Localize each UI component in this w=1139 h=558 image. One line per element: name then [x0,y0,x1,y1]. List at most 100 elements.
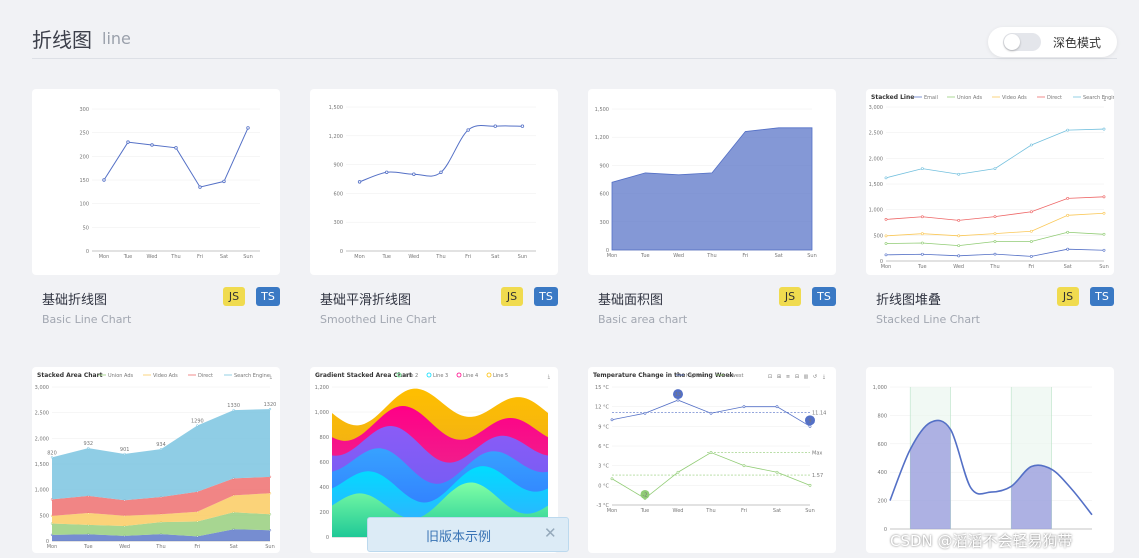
x-tick-label: Tue [381,254,391,260]
y-tick-label: 1,200 [595,135,609,141]
x-tick-label: Sun [265,544,275,550]
x-tick-label: Sun [805,508,815,514]
data-point [610,477,614,481]
legend-swatch [456,372,462,378]
dark-mode-toggle[interactable]: 深色模式 [988,27,1117,57]
data-point [1102,195,1106,199]
toolbox-icon: ⊟ [795,374,799,380]
legend-label: Line 2 [403,373,418,379]
chart-card-stacked-area[interactable]: Stacked Area Chart Union Ads Video Ads Dire… [32,367,280,553]
chart-card-basic-line[interactable]: 0 50 100 150 200 250 300 Mon Tue Wed Thu Fri Sat Sun [32,89,280,275]
y-tick-label: 300 [333,220,343,226]
card-title[interactable]: 基础平滑折线图 [320,289,411,308]
y-tick-label: 400 [319,485,329,491]
old-version-text[interactable]: 旧版本示例 [426,526,491,545]
x-tick-label: Fri [194,544,200,550]
js-badge[interactable]: JS [223,287,245,306]
y-tick-label: 200 [319,510,329,516]
x-tick-label: Fri [465,254,471,260]
data-point [1102,248,1106,252]
data-point [957,244,961,248]
data-point [920,252,924,256]
toolbox-icon: ≡ [786,374,790,380]
data-point [232,408,235,412]
x-tick-label: Mon [99,254,110,260]
legend-label: Video Ads [153,373,178,379]
y-tick-label: 3,000 [869,105,883,111]
y-tick-label: 0 [86,249,89,255]
ts-badge[interactable]: TS [812,287,836,306]
x-tick-label: Wed [673,508,684,514]
y-tick-label: 1,000 [35,488,49,494]
legend-label: Search Engine [234,373,270,379]
card-title[interactable]: 基础折线图 [42,289,107,308]
data-label: 1330 [227,403,240,409]
x-tick-label: Mon [607,508,618,514]
card-title[interactable]: 折线图堆叠 [876,289,941,308]
ts-badge[interactable]: TS [256,287,280,306]
y-tick-label: 400 [877,470,887,476]
data-point [222,179,226,184]
max-label: Max [812,451,822,457]
y-tick-label: 100 [79,202,89,208]
js-badge[interactable]: JS [779,287,801,306]
y-tick-label: 300 [599,220,609,226]
chart-card-stacked-line[interactable]: Stacked Line Email Union Ads Video Ads Direc… [866,89,1114,275]
ts-badge[interactable]: TS [1090,287,1114,306]
data-point [742,464,746,468]
old-version-banner[interactable]: 旧版本示例 ✕ [367,517,569,552]
ts-badge[interactable]: TS [534,287,558,306]
data-point [123,452,126,456]
close-icon[interactable]: ✕ [544,524,557,542]
x-tick-label: Sun [518,254,528,260]
page-header: 折线图 line 深色模式 [0,0,1139,60]
legend-label: Line 5 [493,373,508,379]
data-point [1066,196,1070,200]
legend-label: Direct [1047,95,1062,101]
js-badge[interactable]: JS [501,287,523,306]
series-line [103,127,249,188]
data-point [920,167,924,171]
chart-card-basic-area[interactable]: 0 300 600 900 1,200 1,500 Mon Tue Wed Thu Fri Sat Su… [588,89,836,275]
js-badge[interactable]: JS [1057,287,1079,306]
chart-card-area-pieces[interactable]: 0 200 400 600 800 1,000 [866,367,1114,553]
data-point [993,232,997,235]
data-point [1029,254,1033,258]
x-tick-label: Sat [491,254,499,260]
chart-thumbnail: Temperature Change in the Coming WeekHig… [593,372,826,514]
chart-card-smoothed-line[interactable]: 0 300 600 900 1,200 1,500 Mon Tue Wed Thu Fri Sat Su… [310,89,558,275]
chart-title: Gradient Stacked Area Chart [315,372,412,379]
y-tick-label: 50 [83,225,89,231]
legend-label: Union Ads [108,373,134,379]
data-label: 901 [120,447,130,453]
y-tick-label: 150 [79,178,89,184]
toolbox-icon: ⊞ [777,374,781,380]
data-point [775,405,779,409]
series-line [885,128,1105,179]
data-point [957,172,961,176]
y-tick-label: 0 [884,527,887,533]
x-tick-label: Fri [197,254,203,260]
x-tick-label: Sat [230,544,238,550]
download-icon: ⤓ [270,374,273,380]
data-label: 1320 [264,402,277,408]
data-label: 820 [47,450,57,456]
y-tick-label: 1,500 [35,462,49,468]
chart-card-temperature-change[interactable]: Temperature Change in the Coming Week Hig… [588,367,836,553]
card-title[interactable]: 基础面积图 [598,289,663,308]
y-tick-label: 600 [319,460,329,466]
average-label: 1.57 [812,473,823,479]
data-point [676,398,680,402]
x-tick-label: Mon [607,253,618,259]
data-point [268,407,272,411]
x-tick-label: Sun [1099,264,1109,270]
chart-title: Stacked Line [871,94,914,101]
x-tick-label: Mon [881,264,892,270]
toggle-switch[interactable] [1003,33,1041,51]
x-tick-label: Fri [742,253,748,259]
x-tick-label: Sun [807,253,817,259]
x-tick-label: Thu [705,508,715,514]
data-point [174,146,178,150]
data-point [385,170,389,174]
data-point [150,143,154,147]
